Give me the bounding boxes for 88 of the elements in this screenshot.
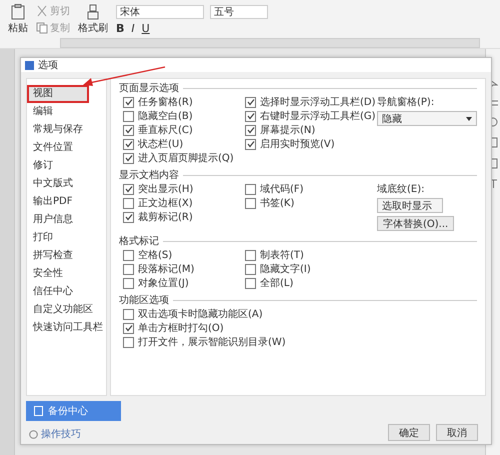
checkbox[interactable] <box>123 138 134 150</box>
italic-button[interactable]: I <box>131 22 135 34</box>
checkbox[interactable] <box>123 212 134 222</box>
checkbox-label: 进入页眉页脚提示(Q) <box>138 152 234 165</box>
copy-icon <box>36 22 48 34</box>
sidebar-item[interactable]: 输出PDF <box>27 193 72 211</box>
checkbox[interactable] <box>245 250 256 260</box>
checkbox[interactable] <box>245 184 256 194</box>
checkbox[interactable] <box>245 96 256 108</box>
checkbox-label: 单击方框时打勾(O) <box>138 322 224 335</box>
checkbox[interactable] <box>123 278 134 288</box>
section-heading: 格式标记 <box>119 234 159 248</box>
font-substitution-button[interactable]: 字体替换(O)... <box>377 216 454 231</box>
checkbox[interactable] <box>123 198 134 208</box>
ok-button[interactable]: 确定 <box>388 424 430 441</box>
checkbox[interactable] <box>123 124 134 136</box>
checkbox[interactable] <box>245 198 256 208</box>
checkbox-label: 制表符(T) <box>260 248 304 262</box>
checkbox[interactable] <box>123 96 134 108</box>
checkbox-label: 全部(L) <box>260 276 294 290</box>
sidebar-item[interactable]: 拼写检查 <box>27 247 73 265</box>
backup-center-button[interactable]: 备份中心 <box>26 401 121 421</box>
checkbox-label: 对象位置(J) <box>138 276 189 290</box>
dropdown-label: 域底纹(E): <box>377 182 426 196</box>
sidebar-item[interactable]: 视图 <box>27 85 89 103</box>
sidebar-item[interactable]: 安全性 <box>27 265 63 283</box>
font-name-field[interactable]: 宋体 <box>116 4 204 18</box>
checkbox-label: 突出显示(H) <box>138 182 194 196</box>
checkbox-label: 任务窗格(R) <box>138 96 193 109</box>
tips-link[interactable]: 操作技巧 <box>41 427 81 441</box>
sidebar-item[interactable]: 常规与保存 <box>27 121 83 139</box>
checkbox[interactable] <box>123 336 134 348</box>
checkbox[interactable] <box>123 184 134 194</box>
dropdown-arrow-icon <box>466 116 472 120</box>
checkbox[interactable] <box>123 322 134 334</box>
checkbox-label: 空格(S) <box>138 248 172 262</box>
checkbox[interactable] <box>245 264 256 274</box>
dropdown-label: 导航窗格(P): <box>377 96 436 109</box>
section-heading: 页面显示选项 <box>119 82 179 95</box>
checkbox-label: 段落标记(M) <box>138 262 194 276</box>
sidebar-item[interactable]: 编辑 <box>27 103 53 121</box>
checkbox[interactable] <box>123 152 134 164</box>
underline-button[interactable]: U <box>142 22 150 34</box>
checkbox-label: 状态栏(U) <box>138 138 184 151</box>
sidebar-item[interactable]: 修订 <box>27 157 53 175</box>
sidebar-item[interactable]: 信任中心 <box>27 283 73 301</box>
checkbox[interactable] <box>123 264 134 274</box>
checkbox[interactable] <box>123 308 134 320</box>
cancel-button[interactable]: 取消 <box>436 424 478 441</box>
font-size-field[interactable]: 五号 <box>210 4 268 18</box>
section-heading: 显示文档内容 <box>119 168 179 182</box>
checkbox-label: 垂直标尺(C) <box>138 124 193 137</box>
paste-button[interactable]: 粘贴 <box>8 4 28 35</box>
checkbox-label: 隐藏文字(I) <box>260 262 311 276</box>
checkbox[interactable] <box>245 124 256 136</box>
checkbox-label: 启用实时预览(V) <box>260 138 335 151</box>
checkbox-label: 隐藏空白(B) <box>138 110 193 123</box>
checkbox[interactable] <box>123 110 134 122</box>
checkbox[interactable] <box>245 138 256 150</box>
sidebar-item[interactable]: 文件位置 <box>27 139 73 157</box>
format-painter-button[interactable]: 格式刷 <box>78 4 108 35</box>
scissors-icon <box>36 5 48 17</box>
app-icon <box>25 60 34 70</box>
dropdown[interactable]: 选取时显示 <box>377 198 443 213</box>
checkbox-label: 域代码(F) <box>260 182 304 196</box>
checkbox-label: 双击选项卡时隐藏功能区(A) <box>138 308 263 321</box>
checkbox[interactable] <box>245 278 256 288</box>
checkbox[interactable] <box>245 110 256 122</box>
sidebar-item[interactable]: 用户信息 <box>27 211 73 229</box>
sidebar-item[interactable]: 快速访问工具栏 <box>27 319 103 337</box>
bold-button[interactable]: B <box>116 22 124 34</box>
dropdown[interactable]: 隐藏 <box>377 111 477 126</box>
checkbox-label: 书签(K) <box>260 196 294 210</box>
checkbox-label: 屏幕提示(N) <box>260 124 316 137</box>
checkbox-label: 正文边框(X) <box>138 196 193 210</box>
checkbox-label: 选择时显示浮动工具栏(D) <box>260 96 376 109</box>
backup-icon <box>34 406 43 416</box>
checkbox-label: 右键时显示浮动工具栏(G) <box>260 110 376 123</box>
checkbox-label: 打开文件，展示智能识别目录(W) <box>138 336 286 349</box>
sidebar-item[interactable]: 自定义功能区 <box>27 301 93 319</box>
dialog-title: 选项 <box>38 58 58 72</box>
brush-icon <box>86 4 100 20</box>
checkbox[interactable] <box>123 250 134 260</box>
sidebar-item[interactable]: 打印 <box>27 229 53 247</box>
clipboard-icon <box>11 4 25 20</box>
checkbox-label: 裁剪标记(R) <box>138 210 193 224</box>
sidebar-item[interactable]: 中文版式 <box>27 175 73 193</box>
section-heading: 功能区选项 <box>119 294 169 307</box>
